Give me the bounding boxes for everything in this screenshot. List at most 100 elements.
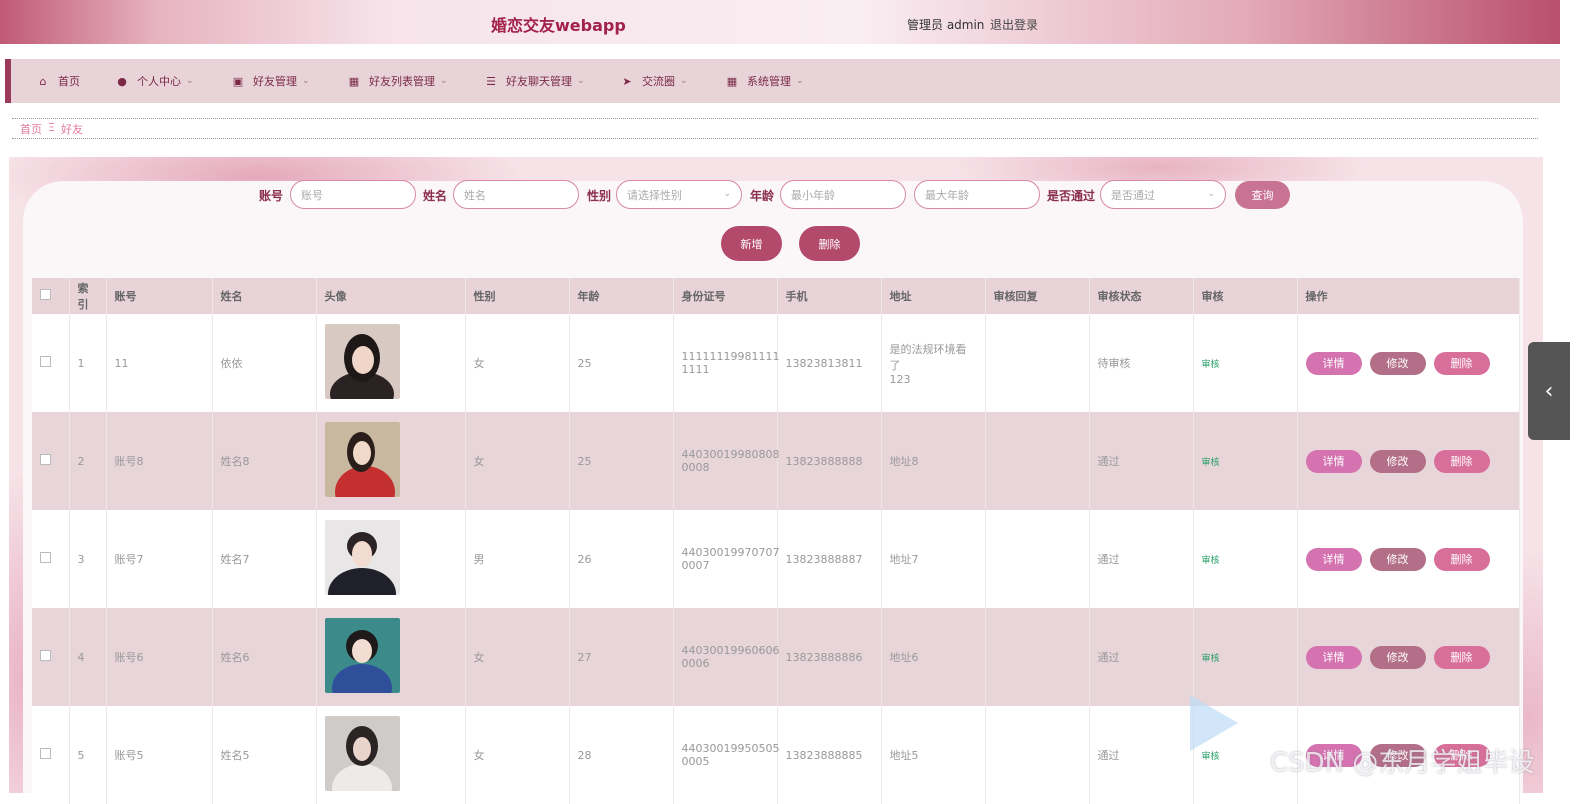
breadcrumb-home[interactable]: 首页 bbox=[20, 121, 42, 137]
column-header: 账号 bbox=[106, 278, 213, 314]
pass-label: 是否通过 bbox=[1047, 189, 1096, 203]
gender-label: 性别 bbox=[587, 189, 612, 203]
nav-community[interactable]: ➤ 交流圈 ⌄ bbox=[620, 59, 687, 103]
address-line: 地址7 bbox=[889, 553, 919, 566]
edit-button[interactable]: 修改 bbox=[1369, 351, 1426, 375]
row-checkbox[interactable] bbox=[40, 356, 51, 367]
address-line: 地址6 bbox=[889, 651, 919, 664]
home-icon: ⌂ bbox=[39, 74, 47, 88]
delete-button[interactable]: 删除 bbox=[1433, 645, 1490, 669]
cell-phone: 13823888886 bbox=[777, 608, 882, 706]
cell-address: 地址8 bbox=[881, 412, 986, 510]
row-checkbox[interactable] bbox=[40, 454, 51, 465]
detail-button[interactable]: 详情 bbox=[1305, 449, 1362, 473]
select-all-cell[interactable] bbox=[32, 278, 70, 314]
account-input[interactable]: 账号 bbox=[290, 180, 416, 209]
add-button[interactable]: 新增 bbox=[721, 226, 782, 261]
name-label: 姓名 bbox=[423, 189, 448, 203]
gender-select[interactable]: 请选择性别 ⌄ bbox=[616, 180, 742, 209]
nav-friend-chat-management[interactable]: ☰ 好友聊天管理 ⌄ bbox=[484, 59, 584, 103]
cell-phone: 13823888887 bbox=[777, 510, 882, 608]
nav-label: 好友聊天管理 bbox=[506, 75, 572, 88]
delete-button[interactable]: 删除 bbox=[1433, 351, 1490, 375]
divider bbox=[12, 138, 1538, 139]
nav-system-management[interactable]: ▦ 系统管理 ⌄ bbox=[725, 59, 804, 103]
avatar bbox=[324, 618, 400, 712]
cell-index: 5 bbox=[69, 706, 107, 804]
gender-placeholder: 请选择性别 bbox=[627, 188, 682, 202]
row-checkbox[interactable] bbox=[40, 552, 51, 563]
column-header: 性别 bbox=[465, 278, 570, 314]
table-row: 1 11 依依 女 25 11111119981111 1111 13823813… bbox=[32, 314, 1520, 416]
cell-id-number: 44030019980808 0008 bbox=[673, 412, 779, 510]
edit-button[interactable]: 修改 bbox=[1369, 547, 1426, 571]
breadcrumb: 首页 Ξ 好友 bbox=[20, 121, 83, 137]
cell-account: 账号8 bbox=[106, 412, 213, 510]
pass-select[interactable]: 是否通过 ⌄ bbox=[1100, 180, 1226, 209]
cell-account: 账号5 bbox=[106, 706, 213, 804]
cell-name: 依依 bbox=[212, 314, 317, 412]
address-line: 123 bbox=[889, 372, 911, 386]
sliders-icon: ☰ bbox=[486, 74, 496, 88]
id-line: 0005 bbox=[681, 755, 710, 768]
nav-label: 系统管理 bbox=[747, 75, 791, 88]
age-min-input[interactable]: 最小年龄 bbox=[780, 180, 906, 209]
nav-friend-list-management[interactable]: ▦ 好友列表管理 ⌄ bbox=[347, 59, 448, 103]
batch-delete-button[interactable]: 删除 bbox=[799, 226, 860, 261]
row-checkbox[interactable] bbox=[40, 650, 51, 661]
nav-personal-center[interactable]: ● 个人中心 ⌄ bbox=[115, 59, 193, 103]
chevron-left-icon: ‹ bbox=[1544, 378, 1554, 404]
cell-review-reply bbox=[985, 510, 1090, 608]
column-header: 身份证号 bbox=[673, 278, 778, 314]
audit-link[interactable]: 审核 bbox=[1202, 752, 1220, 762]
cell-gender: 女 bbox=[465, 706, 570, 804]
detail-button[interactable]: 详情 bbox=[1305, 547, 1362, 571]
age-max-input[interactable]: 最大年龄 bbox=[914, 180, 1040, 209]
chevron-down-icon: ⌄ bbox=[440, 76, 448, 86]
name-input[interactable]: 姓名 bbox=[453, 180, 579, 209]
audit-link[interactable]: 审核 bbox=[1202, 654, 1220, 664]
column-header: 年龄 bbox=[569, 278, 674, 314]
avatar bbox=[324, 422, 400, 518]
cell-gender: 女 bbox=[465, 314, 570, 412]
row-actions: 详情 修改 删除 bbox=[1305, 351, 1511, 375]
query-button[interactable]: 查询 bbox=[1235, 181, 1290, 209]
select-all-checkbox[interactable] bbox=[40, 289, 51, 300]
friends-table: 索引 账号 姓名 头像 性别 年龄 身份证号 手机 地址 审核回复 审核状态 审… bbox=[32, 278, 1520, 804]
nav-home[interactable]: ⌂ 首页 bbox=[36, 59, 81, 103]
address-line: 地址8 bbox=[889, 455, 919, 468]
logout-link[interactable]: 退出登录 bbox=[990, 16, 1038, 33]
row-actions: 详情 修改 删除 bbox=[1305, 547, 1511, 571]
detail-button[interactable]: 详情 bbox=[1305, 351, 1362, 375]
nav-friend-management[interactable]: ▣ 好友管理 ⌄ bbox=[231, 59, 310, 103]
delete-button[interactable]: 删除 bbox=[1433, 449, 1490, 473]
cell-name: 姓名8 bbox=[212, 412, 317, 510]
row-checkbox[interactable] bbox=[40, 748, 51, 759]
cell-age: 25 bbox=[569, 412, 674, 510]
cell-id-number: 44030019960606 0006 bbox=[673, 608, 779, 706]
chevron-down-icon: ⌄ bbox=[1207, 189, 1215, 199]
avatar bbox=[324, 520, 400, 620]
edit-button[interactable]: 修改 bbox=[1369, 645, 1426, 669]
age-max-placeholder: 最大年龄 bbox=[925, 188, 969, 202]
table-row: 3 账号7 姓名7 男 26 44030019970707 0007 138238… bbox=[32, 510, 1520, 620]
breadcrumb-current: 好友 bbox=[60, 123, 83, 136]
audit-link[interactable]: 审核 bbox=[1202, 556, 1220, 566]
audit-link[interactable]: 审核 bbox=[1202, 360, 1220, 370]
main-nav: ⌂ 首页 ● 个人中心 ⌄ ▣ 好友管理 ⌄ ▦ 好友列表管理 ⌄ ☰ 好友聊天… bbox=[5, 59, 1560, 103]
name-placeholder: 姓名 bbox=[464, 188, 486, 202]
detail-button[interactable]: 详情 bbox=[1305, 645, 1362, 669]
cell-index: 2 bbox=[69, 412, 107, 510]
cell-review-status: 待审核 bbox=[1089, 314, 1194, 412]
cell-account: 11 bbox=[106, 314, 213, 412]
edit-button[interactable]: 修改 bbox=[1369, 449, 1426, 473]
collapse-panel-tab[interactable]: ‹ bbox=[1528, 342, 1570, 440]
audit-link[interactable]: 审核 bbox=[1202, 458, 1220, 468]
delete-button[interactable]: 删除 bbox=[1433, 547, 1490, 571]
column-header: 头像 bbox=[316, 278, 466, 314]
cell-review-reply bbox=[985, 608, 1090, 706]
cell-gender: 女 bbox=[465, 608, 570, 706]
play-logo-icon bbox=[1190, 695, 1238, 751]
cell-gender: 男 bbox=[465, 510, 570, 608]
cell-id-number: 44030019950505 0005 bbox=[673, 706, 779, 804]
